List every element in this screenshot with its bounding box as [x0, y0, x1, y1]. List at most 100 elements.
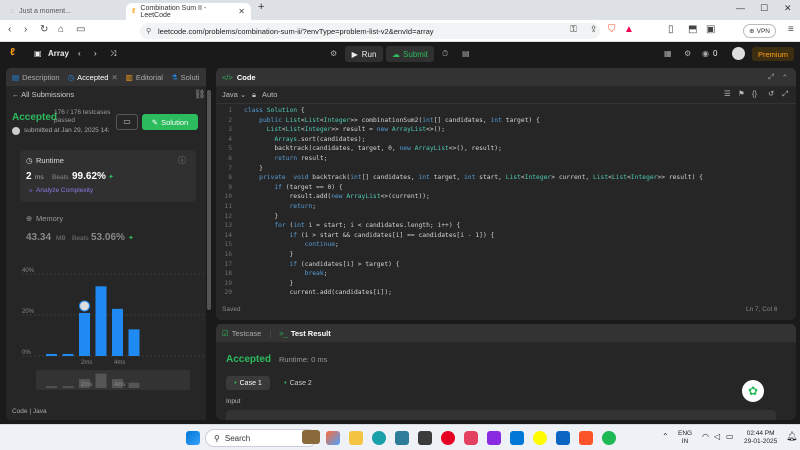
volume-icon[interactable]: ◁: [714, 433, 720, 441]
analyze-complexity-link[interactable]: Analyze Complexity: [36, 187, 93, 194]
back-icon[interactable]: ‹: [8, 24, 11, 35]
vscode-icon[interactable]: [510, 431, 524, 445]
intellij-icon[interactable]: [487, 431, 501, 445]
taskbar-search[interactable]: ⚲ Search: [205, 429, 317, 447]
shuffle-icon[interactable]: ⤨: [110, 49, 116, 59]
browser-tab-leetcode[interactable]: ℓ Combination Sum II - LeetCode ✕: [126, 3, 251, 20]
copilot-icon[interactable]: [326, 431, 340, 445]
close-tab-icon[interactable]: ✕: [111, 73, 117, 82]
collapse-icon[interactable]: ⌃: [782, 73, 788, 82]
close-window-button[interactable]: ✕: [784, 3, 792, 14]
language-select[interactable]: Java ⌄: [222, 90, 246, 99]
info-icon[interactable]: ⓘ: [178, 155, 186, 166]
code-line[interactable]: 3 List<List<Integer>> result = new Array…: [216, 125, 445, 135]
tray-chevron-icon[interactable]: ⌃: [662, 433, 669, 441]
menu-icon[interactable]: ≡: [788, 24, 794, 35]
bookmark-icon[interactable]: ⚑: [738, 89, 745, 98]
minimize-button[interactable]: —: [736, 3, 745, 13]
chart-bar[interactable]: [79, 312, 90, 356]
wifi-icon[interactable]: ◠: [702, 433, 709, 441]
chart-bar[interactable]: [128, 329, 140, 356]
assistant-bot-icon[interactable]: ✿: [742, 380, 764, 402]
terminal-app-icon[interactable]: [418, 431, 432, 445]
problem-list-icon[interactable]: ▣: [34, 49, 42, 58]
next-problem-icon[interactable]: ›: [94, 49, 97, 58]
forward-icon[interactable]: ›: [24, 24, 27, 35]
fullscreen-icon[interactable]: ⤢: [782, 89, 788, 99]
prev-problem-icon[interactable]: ‹: [78, 49, 81, 58]
case-2-tab[interactable]: • Case 2: [276, 376, 320, 390]
notes-book-button[interactable]: ▭: [116, 114, 138, 130]
clock[interactable]: 02:44 PM 29-01-2025: [744, 430, 777, 446]
chart-bar[interactable]: [46, 353, 57, 356]
key-icon[interactable]: ⚿: [570, 24, 577, 35]
maximize-button[interactable]: ☐: [760, 3, 768, 14]
code-line[interactable]: 19 }: [216, 279, 293, 289]
code-line[interactable]: 17 if (candidates[i] > target) {: [216, 260, 399, 270]
linkedin-icon[interactable]: [556, 431, 570, 445]
reload-icon[interactable]: ↻: [40, 24, 48, 35]
code-line[interactable]: 18 break;: [216, 269, 327, 279]
url-field[interactable]: ⚲ leetcode.com/problems/combination-sum-…: [140, 23, 600, 39]
scrollbar-thumb[interactable]: [207, 90, 211, 310]
chart-bar[interactable]: [95, 286, 107, 356]
notes-icon[interactable]: ▤: [462, 49, 470, 58]
code-line[interactable]: 6 return result;: [216, 154, 327, 164]
problem-list-link[interactable]: Array: [48, 49, 69, 58]
run-button[interactable]: ▶ Run: [345, 46, 383, 62]
tab-accepted[interactable]: ◷ Accepted ✕: [68, 73, 118, 82]
code-editor[interactable]: 1 class Solution {2 public List<List<Inte…: [216, 106, 796, 300]
spotify-icon[interactable]: [602, 431, 616, 445]
code-line[interactable]: 7 }: [216, 164, 263, 174]
battery-icon[interactable]: ▭: [726, 433, 734, 441]
all-submissions-link[interactable]: ← All Submissions: [12, 90, 74, 99]
leetcode-logo-icon[interactable]: ℓ: [10, 47, 15, 58]
code-line[interactable]: 9 if (target == 0) {: [216, 183, 342, 193]
brackets-icon[interactable]: {}: [752, 89, 757, 98]
sidebar-icon[interactable]: ▯: [668, 24, 674, 35]
tab-test-result[interactable]: >_ Test Result: [279, 329, 330, 338]
edge-icon[interactable]: [372, 431, 386, 445]
code-line[interactable]: 8 private void backtrack(int[] candidate…: [216, 173, 703, 183]
solution-button[interactable]: ✎ Solution: [142, 114, 198, 130]
reset-icon[interactable]: ↺: [768, 89, 774, 98]
brave-shield-icon[interactable]: ⛉: [608, 24, 616, 35]
code-line[interactable]: 12 }: [216, 212, 278, 222]
tab-solutions[interactable]: ⚗ Soluti: [171, 73, 200, 82]
new-tab-button[interactable]: +: [258, 1, 264, 13]
wallet-icon[interactable]: ▣: [706, 24, 715, 35]
brave-icon[interactable]: [579, 431, 593, 445]
share-icon[interactable]: ⇪: [590, 24, 598, 35]
code-line[interactable]: 13 for (int i = start; i < candidates.le…: [216, 221, 460, 231]
browser-tab-just-a-moment[interactable]: ◌ Just a moment...: [4, 3, 122, 20]
debug-icon[interactable]: ⚙: [330, 49, 337, 58]
store-icon[interactable]: [395, 431, 409, 445]
bookmark-icon[interactable]: ▭: [76, 24, 85, 35]
runtime-card[interactable]: ◷ Runtime ⓘ 2 ms Beats 99.62% ✦ ✧ Analyz…: [20, 150, 196, 202]
code-line[interactable]: 16 }: [216, 250, 293, 260]
code-line[interactable]: 14 if (i > start && candidates[i] == can…: [216, 231, 494, 241]
code-line[interactable]: 4 Arrays.sort(candidates);: [216, 135, 365, 145]
avatar[interactable]: [732, 47, 745, 60]
premium-button[interactable]: Premium: [752, 47, 794, 61]
case-1-tab[interactable]: • Case 1: [226, 376, 270, 390]
tab-testcase[interactable]: ☑ Testcase: [222, 329, 261, 338]
chart-bar[interactable]: [62, 353, 74, 356]
instagram-icon[interactable]: [464, 431, 478, 445]
code-line[interactable]: 2 public List<List<Integer>> combination…: [216, 116, 540, 126]
timer-icon[interactable]: ⏱: [442, 49, 448, 59]
close-tab-icon[interactable]: ✕: [238, 7, 245, 16]
pinterest-icon[interactable]: [441, 431, 455, 445]
layout-icon[interactable]: ▦: [664, 49, 672, 58]
vpn-button[interactable]: ⊕ VPN: [743, 24, 776, 38]
format-icon[interactable]: ☰: [724, 89, 731, 98]
code-line[interactable]: 10 result.add(new ArrayList<>(current));: [216, 192, 429, 202]
expand-icon[interactable]: ⤢: [768, 72, 774, 82]
notification-bell-icon[interactable]: 🔔︎: [786, 432, 797, 441]
link-icon[interactable]: ⛓: [194, 89, 205, 100]
language-indicator[interactable]: ENG IN: [678, 430, 692, 446]
tab-description[interactable]: ▤ Description: [12, 73, 60, 82]
code-line[interactable]: 5 backtrack(candidates, target, 0, new A…: [216, 144, 502, 154]
news-widget-icon[interactable]: [302, 430, 320, 444]
file-explorer-icon[interactable]: [349, 431, 363, 445]
